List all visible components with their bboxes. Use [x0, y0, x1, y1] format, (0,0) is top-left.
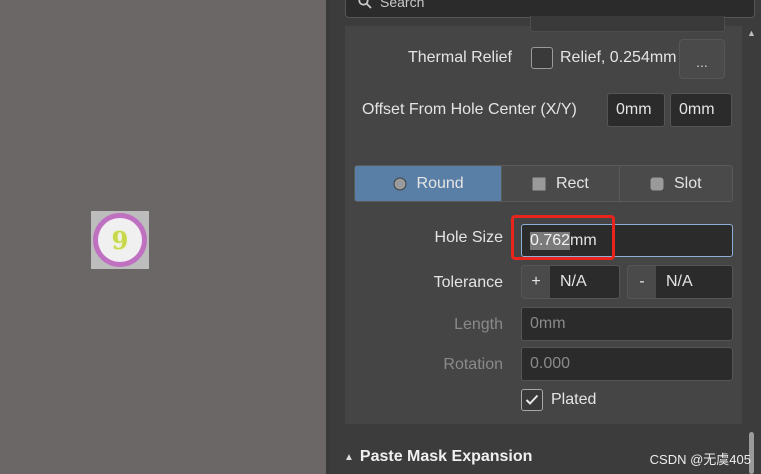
length-field: 0mm — [521, 307, 733, 341]
watermark: CSDN @无虞405 — [649, 452, 751, 467]
thermal-relief-checkbox[interactable] — [531, 47, 553, 69]
circle-icon — [393, 177, 407, 190]
pcb-canvas[interactable]: 9 — [0, 0, 326, 474]
pad-ring: 9 — [93, 213, 147, 267]
plated-label: Plated — [551, 391, 597, 408]
tolerance-plus-field[interactable]: N/A — [550, 265, 620, 299]
annotation-highlight-box — [511, 215, 615, 260]
thermal-relief-label: Thermal Relief — [407, 49, 512, 66]
thermal-relief-value: Relief, 0.254mm — [560, 49, 677, 66]
properties-panel: Search Thermal Relief Relief, 0.254mm ..… — [330, 0, 761, 474]
plated-checkbox[interactable] — [521, 389, 543, 411]
rotation-label: Rotation — [443, 356, 503, 373]
square-icon — [532, 177, 546, 190]
tolerance-minus-sign: - — [627, 265, 657, 299]
hole-size-label: Hole Size — [434, 229, 503, 246]
collapse-triangle-icon: ▲ — [344, 451, 354, 463]
paste-mask-section-header[interactable]: ▲ Paste Mask Expansion — [344, 448, 532, 466]
shape-round-label: Round — [416, 174, 464, 192]
search-icon — [358, 0, 372, 9]
shape-slot-button[interactable]: Slot — [619, 166, 732, 201]
rounded-square-icon — [650, 177, 664, 190]
hole-section: Thermal Relief Relief, 0.254mm ... Offse… — [345, 16, 742, 424]
paste-mask-label: Paste Mask Expansion — [359, 448, 533, 465]
shape-round-button[interactable]: Round — [355, 166, 503, 201]
thermal-relief-more-button[interactable]: ... — [679, 39, 725, 79]
pad[interactable]: 9 — [91, 211, 149, 269]
shape-rect-button[interactable]: Rect — [502, 166, 620, 201]
checkmark-icon — [525, 394, 539, 405]
length-label: Length — [454, 316, 503, 333]
tolerance-label: Tolerance — [433, 274, 503, 291]
offset-x-field[interactable]: 0mm — [607, 93, 665, 127]
tolerance-minus-field[interactable]: N/A — [656, 265, 733, 299]
shape-rect-label: Rect — [555, 174, 589, 192]
partial-field — [530, 16, 725, 32]
search-placeholder: Search — [380, 0, 425, 10]
offset-label: Offset From Hole Center (X/Y) — [362, 101, 577, 118]
shape-slot-label: Slot — [674, 174, 702, 192]
hole-shape-selector: Round Rect Slot — [354, 165, 733, 202]
scroll-up-arrow-icon[interactable]: ▲ — [747, 28, 756, 38]
tolerance-plus-sign: + — [521, 265, 551, 299]
pad-number: 9 — [111, 225, 129, 255]
pad-hole: 9 — [98, 218, 142, 262]
offset-y-field[interactable]: 0mm — [670, 93, 732, 127]
rotation-field: 0.000 — [521, 347, 733, 381]
